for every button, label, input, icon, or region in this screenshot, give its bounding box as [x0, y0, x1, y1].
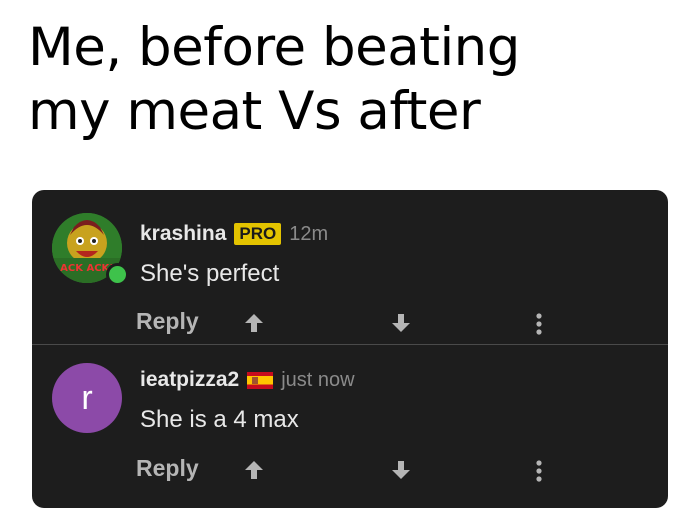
- reply-button[interactable]: Reply: [136, 455, 199, 482]
- downvote-icon[interactable]: [390, 312, 412, 338]
- comment-divider: [32, 344, 668, 345]
- comment-actions: Reply: [32, 449, 668, 489]
- reply-button[interactable]: Reply: [136, 308, 199, 335]
- downvote-icon[interactable]: [390, 459, 412, 485]
- pro-badge: PRO: [234, 223, 282, 245]
- username[interactable]: krashina: [140, 222, 226, 246]
- online-status-indicator: [106, 263, 129, 286]
- meme-caption: Me, before beating my meat Vs after: [28, 16, 688, 144]
- comment-text: She is a 4 max: [140, 406, 299, 433]
- timestamp: just now: [281, 368, 355, 391]
- timestamp: 12m: [289, 222, 329, 245]
- comment-text: She's perfect: [140, 260, 280, 287]
- username[interactable]: ieatpizza2: [140, 368, 239, 392]
- avatar[interactable]: r: [52, 363, 122, 433]
- comment-actions: Reply: [32, 302, 668, 342]
- more-options-icon[interactable]: [535, 459, 543, 487]
- comment-meta: ieatpizza2 just now: [140, 368, 355, 392]
- more-options-icon[interactable]: [535, 312, 543, 340]
- upvote-icon[interactable]: [243, 312, 265, 338]
- comment-meta: krashina PRO 12m: [140, 222, 328, 246]
- caption-line-1: Me, before beating: [28, 17, 520, 78]
- upvote-icon[interactable]: [243, 459, 265, 485]
- spain-flag-icon: [247, 371, 274, 389]
- comments-panel: ACK ACK! krashina PRO 12m She's perfect …: [32, 190, 668, 508]
- caption-line-2: my meat Vs after: [28, 81, 481, 142]
